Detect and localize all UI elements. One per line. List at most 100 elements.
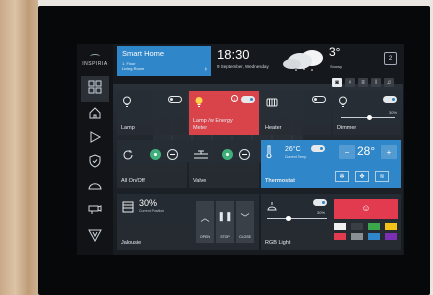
tile-label: Heater xyxy=(265,124,282,131)
jalousie-close-button[interactable]: ﹀ CLOSE xyxy=(236,201,254,243)
tile-valve[interactable]: Valve xyxy=(189,140,259,188)
tile-jalousie[interactable]: 30% Current Position ︿ OPEN ❚❚ STOP ﹀ CL… xyxy=(117,194,259,250)
temperature-setpoint: 28° xyxy=(357,144,376,158)
weather-temperature: 3° xyxy=(329,45,341,59)
shield-icon xyxy=(88,153,102,173)
tile-rgb-light[interactable]: 30% ☺ RGB Light xyxy=(261,194,401,250)
ac-mode-icon[interactable]: ≋ xyxy=(375,171,389,182)
chevron-up-icon: ︿ xyxy=(200,213,210,223)
dimmer-slider[interactable] xyxy=(341,115,395,120)
jalousie-position-caption: Current Position xyxy=(139,209,165,213)
tile-label: Thermostat xyxy=(265,177,295,184)
color-swatch[interactable] xyxy=(334,223,346,230)
bulb-icon xyxy=(122,95,132,107)
color-swatch[interactable] xyxy=(385,233,397,240)
pause-icon: ❚❚ xyxy=(217,211,233,221)
bulb-icon xyxy=(338,95,348,107)
valve-open-button[interactable] xyxy=(222,149,233,160)
wood-panel xyxy=(0,0,38,295)
all-on-button[interactable] xyxy=(150,149,161,160)
jalousie-stop-button[interactable]: ❚❚ STOP xyxy=(216,201,234,243)
all-off-button[interactable] xyxy=(167,149,178,160)
snowflake-mode-icon[interactable]: ✻ xyxy=(335,171,349,182)
touch-screen: INSPIRIA Smart Home 1. Floor Living Room xyxy=(77,44,404,255)
thermometer-icon xyxy=(266,145,272,159)
tile-thermostat[interactable]: 26°C Current Temp. − 28° + ✻ ✤ ≋ Thermos… xyxy=(261,140,401,188)
chevron-down-icon: ﹀ xyxy=(240,213,250,223)
home-icon xyxy=(88,106,102,125)
sidebar-item-cameras[interactable] xyxy=(81,198,109,224)
lamp-toggle[interactable] xyxy=(168,96,182,103)
lamp-meter-toggle[interactable] xyxy=(241,96,255,103)
music-icon[interactable]: ♫ xyxy=(384,78,394,87)
current-temperature-caption: Current Temp. xyxy=(285,155,308,159)
sidebar-item-settings[interactable] xyxy=(81,224,109,250)
quick-filter-bar: ◙ ♀ ≡ ǀ ♫ xyxy=(332,78,394,87)
bulb-on-icon xyxy=(194,95,204,107)
refresh-icon xyxy=(122,148,134,160)
dimmer-level: 30% xyxy=(389,110,398,115)
dimmer-toggle[interactable] xyxy=(383,96,397,103)
valve-close-button[interactable] xyxy=(239,149,250,160)
color-swatch[interactable] xyxy=(368,223,380,230)
selected-color-button[interactable]: ☺ xyxy=(334,199,398,219)
jalousie-open-button[interactable]: ︿ OPEN xyxy=(196,201,214,243)
sidebar: INSPIRIA xyxy=(77,44,113,255)
tile-label: Meter xyxy=(193,124,208,131)
color-swatch[interactable] xyxy=(351,223,363,230)
play-icon xyxy=(88,130,102,149)
heater-toggle[interactable] xyxy=(312,96,326,103)
camera-icon xyxy=(88,202,102,221)
sidebar-item-scenes[interactable] xyxy=(81,126,109,152)
tile-lamp-energy-meter[interactable]: i Lamp /w Energy Meter xyxy=(189,91,259,135)
tile-label: Lamp xyxy=(121,124,135,131)
room-selector[interactable]: Smart Home 1. Floor Living Room › xyxy=(117,46,211,76)
temperature-decrease-button[interactable]: − xyxy=(339,145,355,159)
rgb-light-slider[interactable] xyxy=(267,216,327,221)
palette-icon: ☺ xyxy=(361,203,371,213)
grid-icon xyxy=(88,80,102,99)
dome-icon xyxy=(88,178,102,197)
sidebar-item-security[interactable] xyxy=(81,150,109,176)
chevron-right-icon: › xyxy=(204,66,207,73)
jalousie-position: 30% xyxy=(139,198,158,208)
bulb-icon[interactable]: ♀ xyxy=(345,78,355,87)
room-label: Living Room xyxy=(122,66,145,71)
tile-label: RGB Light xyxy=(265,239,291,246)
color-swatch[interactable] xyxy=(351,233,363,240)
tile-all-on-off[interactable]: All On/Off xyxy=(117,140,187,188)
weather-condition: Snowy xyxy=(330,64,343,69)
clock-date: 9 September, Wednesday xyxy=(217,64,269,69)
blinds-icon[interactable]: ≡ xyxy=(358,78,368,87)
info-icon[interactable]: i xyxy=(231,95,238,102)
brand-logo: INSPIRIA xyxy=(79,54,111,67)
tile-label: Lamp /w Energy xyxy=(193,118,233,124)
tile-heater[interactable]: Heater xyxy=(261,91,331,135)
fan-mode-icon[interactable]: ✤ xyxy=(355,171,369,182)
thermometer-icon[interactable]: ǀ xyxy=(371,78,381,87)
camera-icon[interactable]: ◙ xyxy=(332,78,342,87)
color-swatch[interactable] xyxy=(385,223,397,230)
current-temperature: 26°C xyxy=(285,146,301,153)
sidebar-item-home[interactable] xyxy=(81,102,109,128)
page-title: Smart Home xyxy=(122,49,165,58)
sidebar-item-dashboard[interactable] xyxy=(81,76,109,102)
color-swatch[interactable] xyxy=(334,233,346,240)
snow-cloud-icon xyxy=(282,48,326,72)
valve-icon xyxy=(193,148,209,160)
tile-dimmer[interactable]: 30% Dimmer xyxy=(333,91,401,135)
rgb-light-level: 30% xyxy=(317,210,326,215)
tile-lamp[interactable]: Lamp xyxy=(117,91,187,135)
blinds-icon xyxy=(122,200,134,213)
tile-label: Valve xyxy=(193,177,207,184)
radiator-icon xyxy=(266,95,278,107)
ceiling-lamp-icon xyxy=(266,200,278,212)
sidebar-item-climate[interactable] xyxy=(81,174,109,200)
tile-label: Dimmer xyxy=(337,124,357,131)
temperature-increase-button[interactable]: + xyxy=(381,145,397,159)
color-swatch[interactable] xyxy=(368,233,380,240)
thermostat-toggle[interactable] xyxy=(311,145,325,152)
tools-icon xyxy=(88,228,102,247)
rgb-light-toggle[interactable] xyxy=(313,199,327,206)
page-switch-button[interactable]: 2 xyxy=(384,52,397,65)
